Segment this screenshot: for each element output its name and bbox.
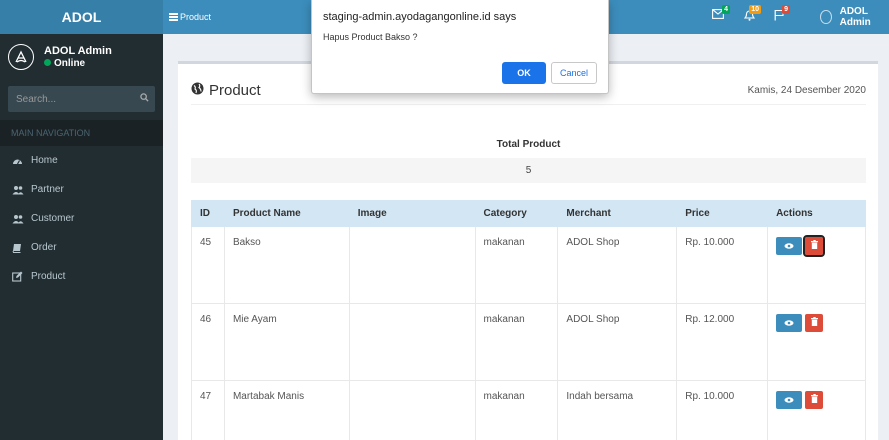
table-row: 46 Mie Ayam makanan ADOL Shop Rp. 12.000 [191, 303, 866, 381]
total-product-label: Total Product [496, 139, 561, 150]
globe-icon [191, 82, 204, 99]
column-header-category[interactable]: Category [474, 200, 559, 227]
dialog-title: staging-admin.ayodagangonline.id says [323, 11, 517, 23]
sidebar-item-customer[interactable]: Customer [0, 204, 163, 233]
user-status: Online [44, 58, 112, 70]
cell-merchant: ADOL Shop [557, 226, 678, 304]
table-row: 47 Martabak Manis makanan Indah bersama … [191, 380, 866, 440]
sidebar-item-label: Partner [31, 184, 64, 195]
sidebar-item-home[interactable]: Home [0, 146, 163, 175]
confirm-dialog: staging-admin.ayodagangonline.id says Ha… [311, 0, 609, 94]
search-input[interactable] [16, 93, 140, 105]
cell-image [348, 380, 476, 440]
page-title: Product [191, 82, 261, 99]
eye-icon [784, 318, 794, 329]
total-product-value: 5 [191, 158, 866, 183]
user-panel: ADOL Admin Online [0, 34, 163, 80]
users-icon [12, 214, 24, 224]
users-icon [12, 185, 24, 195]
cell-actions [767, 380, 866, 440]
current-date: Kamis, 24 Desember 2020 [747, 84, 866, 96]
delete-button[interactable] [805, 391, 824, 409]
trash-icon [810, 317, 818, 329]
table-row: 45 Bakso makanan ADOL Shop Rp. 10.000 [191, 226, 866, 304]
sidebar-item-product[interactable]: Product [0, 262, 163, 291]
toggle-label: Product [180, 12, 212, 22]
view-button[interactable] [776, 237, 803, 255]
menu-icon [169, 12, 178, 22]
header-user-name: ADOL Admin [839, 6, 871, 28]
column-header-actions: Actions [767, 200, 866, 227]
cell-image [348, 226, 476, 304]
product-box: Product Kamis, 24 Desember 2020 Total Pr… [178, 61, 878, 440]
column-header-id[interactable]: ID [191, 200, 225, 227]
column-header-merchant[interactable]: Merchant [557, 200, 678, 227]
ok-button[interactable]: OK [502, 62, 546, 84]
cell-price: Rp. 10.000 [676, 226, 769, 304]
dialog-message: Hapus Product Bakso ? [323, 32, 418, 42]
column-header-image[interactable]: Image [348, 200, 476, 227]
cell-product-name: Martabak Manis [223, 380, 350, 440]
book-icon [12, 243, 24, 253]
user-menu[interactable]: ADOL Admin [820, 0, 889, 34]
cell-category: makanan [474, 226, 559, 304]
eye-icon [784, 241, 794, 252]
messages-badge: 4 [722, 5, 730, 14]
messages-menu[interactable]: 4 [712, 5, 730, 22]
edit-icon [12, 271, 24, 282]
main-content: Product Kamis, 24 Desember 2020 Total Pr… [163, 34, 889, 440]
nav-header: MAIN NAVIGATION [0, 120, 163, 146]
delete-button[interactable] [805, 314, 824, 332]
column-header-price[interactable]: Price [676, 200, 769, 227]
cell-image [348, 303, 476, 381]
avatar [8, 44, 34, 70]
cell-actions [767, 226, 866, 304]
user-name: ADOL Admin [44, 44, 112, 57]
cell-merchant: ADOL Shop [557, 303, 678, 381]
cell-id: 45 [191, 226, 225, 304]
sidebar-item-label: Home [31, 155, 58, 166]
sidebar-item-label: Customer [31, 213, 75, 224]
sidebar-item-order[interactable]: Order [0, 233, 163, 262]
dashboard-icon [12, 156, 24, 165]
sidebar-search [8, 86, 155, 112]
column-header-product-name[interactable]: Product Name [223, 200, 350, 227]
product-table: ID Product Name Image Category Merchant … [191, 200, 866, 440]
cell-category: makanan [474, 303, 559, 381]
cell-price: Rp. 10.000 [676, 380, 769, 440]
sidebar-item-label: Order [31, 242, 57, 253]
cell-merchant: Indah bersama [557, 380, 678, 440]
sidebar-item-partner[interactable]: Partner [0, 175, 163, 204]
cell-category: makanan [474, 380, 559, 440]
cell-product-name: Mie Ayam [223, 303, 350, 381]
online-status-icon [44, 58, 51, 66]
cancel-button[interactable]: Cancel [551, 62, 597, 84]
eye-icon [784, 395, 794, 406]
tasks-badge: 9 [782, 5, 790, 14]
sidebar: ADOL ADOL Admin Online MAIN NAVIGATION H… [0, 0, 163, 440]
notifications-menu[interactable]: 10 [743, 5, 761, 24]
tasks-menu[interactable]: 9 [774, 5, 790, 24]
avatar [820, 10, 832, 24]
trash-icon [810, 394, 818, 406]
cell-actions [767, 303, 866, 381]
table-header-row: ID Product Name Image Category Merchant … [191, 200, 866, 227]
delete-button[interactable] [803, 235, 826, 257]
view-button[interactable] [776, 314, 803, 332]
view-button[interactable] [776, 391, 803, 409]
cell-id: 47 [191, 380, 225, 440]
sidebar-item-label: Product [31, 271, 66, 282]
trash-icon [810, 240, 818, 252]
cell-product-name: Bakso [223, 226, 350, 304]
notifications-badge: 10 [749, 5, 761, 14]
cell-id: 46 [191, 303, 225, 381]
sidebar-toggle[interactable]: Product [169, 0, 211, 34]
app-logo[interactable]: ADOL [0, 0, 163, 34]
cell-price: Rp. 12.000 [676, 303, 769, 381]
search-icon[interactable] [140, 93, 149, 105]
